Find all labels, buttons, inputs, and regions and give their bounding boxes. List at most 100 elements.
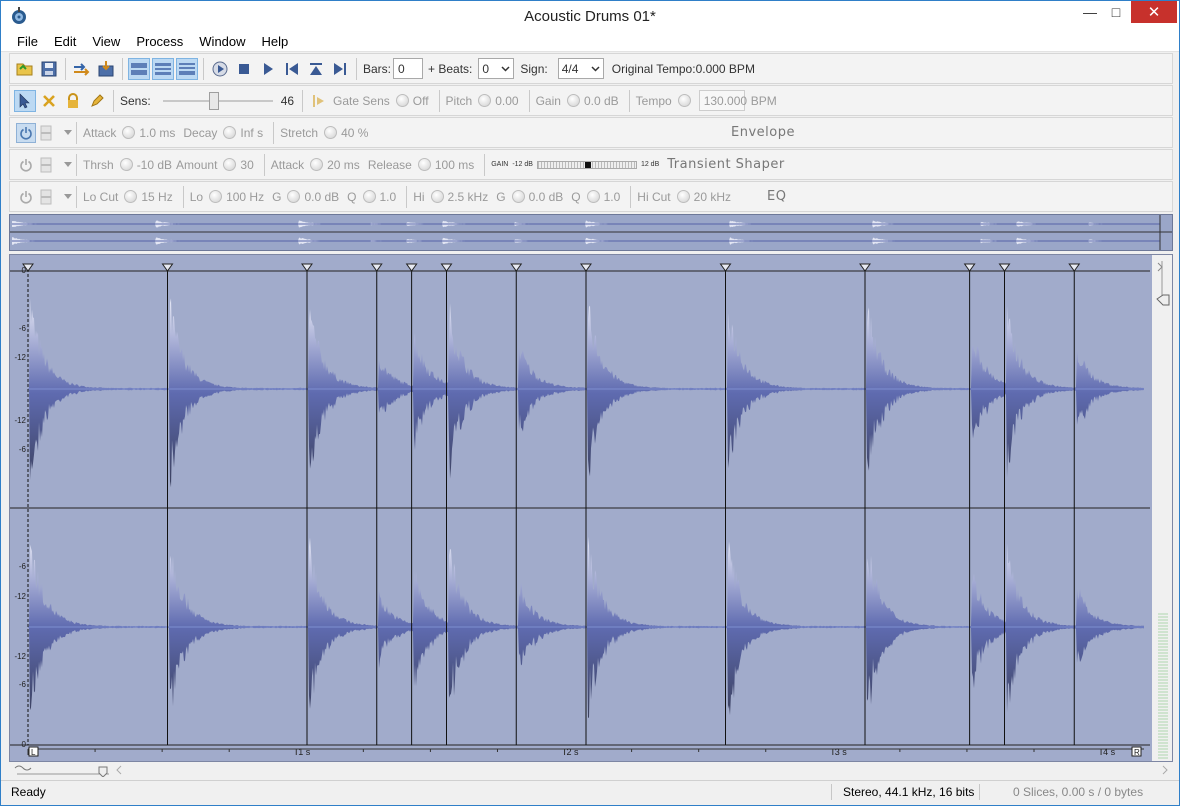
slice-handle-icon[interactable] [580, 263, 592, 272]
select-tool-button[interactable] [14, 89, 36, 112]
go-to-top-button[interactable] [305, 58, 327, 80]
meter-segment [1158, 661, 1168, 663]
sign-select[interactable]: 4/4 [557, 58, 604, 79]
delete-slice-button[interactable] [38, 90, 60, 112]
gain-knob[interactable] [566, 94, 580, 107]
env-attack-knob[interactable] [122, 126, 136, 139]
stretch-knob[interactable] [324, 126, 338, 139]
hicut-value: 20 kHz [693, 189, 731, 204]
hi-gain-value: 0.0 dB [528, 189, 564, 204]
pitch-value: 0.00 [495, 93, 519, 108]
go-to-start-button[interactable] [281, 58, 303, 80]
envelope-preset-menu[interactable] [40, 123, 72, 143]
locut-knob[interactable] [124, 190, 138, 203]
slice-handle-icon[interactable] [998, 263, 1011, 272]
hi-q-knob[interactable] [586, 190, 600, 203]
zoom-slider[interactable] [13, 763, 133, 777]
slice-marker-4[interactable] [370, 263, 383, 745]
slice-handle-icon[interactable] [370, 263, 383, 272]
waveform-overview[interactable] [9, 214, 1173, 251]
amount-knob[interactable] [223, 158, 237, 171]
waveform-canvas[interactable]: 0 -6 -12 -12 -6 -6 -12 -12 -6 0 1 s 2 s 3 s 4 s L R [10, 255, 1172, 761]
slice-handle-icon[interactable] [963, 263, 976, 272]
env-decay-value: Inf s [240, 125, 264, 140]
go-to-end-button[interactable] [329, 58, 351, 80]
power-icon [20, 158, 32, 172]
transient-power-button[interactable] [16, 155, 36, 175]
gate-sens-button[interactable] [308, 90, 330, 112]
stop-button[interactable] [233, 58, 255, 80]
status-slices: 0 Slices, 0.00 s / 0 bytes [1013, 785, 1144, 799]
thrsh-knob[interactable] [119, 158, 133, 171]
slice-marker-13[interactable] [1068, 263, 1081, 745]
tempo-input[interactable]: 130.000 [698, 90, 747, 111]
export-file-button[interactable] [95, 58, 117, 80]
hi-freq-knob[interactable] [430, 190, 444, 203]
bars-input[interactable]: 0 [393, 58, 424, 79]
transient-preset-menu[interactable] [40, 155, 72, 175]
waveform-editor[interactable]: 0 -6 -12 -12 -6 -6 -12 -12 -6 0 1 s 2 s 3 s 4 s L R [9, 254, 1173, 762]
sens-slider[interactable] [162, 91, 273, 111]
hi-q-value: 1.0 [603, 189, 621, 204]
menu-help[interactable]: Help [252, 34, 295, 49]
scroll-right-icon[interactable] [1159, 763, 1171, 777]
slice-handle-icon[interactable] [1068, 263, 1081, 272]
open-file-button[interactable] [14, 58, 36, 80]
slice-handle-icon[interactable] [161, 263, 174, 272]
slice-handle-icon[interactable] [719, 263, 732, 272]
pitch-knob[interactable] [478, 94, 492, 107]
lo-q-knob[interactable] [362, 190, 376, 203]
export-slices-button[interactable] [71, 58, 93, 80]
release-knob[interactable] [417, 158, 431, 171]
slice-handle-icon[interactable] [301, 263, 313, 272]
loop-start-marker[interactable]: L [28, 746, 39, 757]
menu-view[interactable]: View [82, 34, 126, 49]
meter-segment [1158, 673, 1168, 675]
hicut-knob[interactable] [676, 190, 690, 203]
slice-handle-icon[interactable] [510, 263, 523, 272]
menu-process[interactable]: Process [126, 34, 189, 49]
menu-file[interactable]: File [5, 34, 44, 49]
slice-handle-icon[interactable] [405, 263, 418, 272]
sens-slider-thumb[interactable] [208, 91, 219, 110]
maximize-button[interactable]: □ [1103, 1, 1129, 23]
env-decay-knob[interactable] [223, 126, 237, 139]
overview-waveform [10, 215, 1172, 250]
menu-window[interactable]: Window [189, 34, 251, 49]
meter-segment [1158, 754, 1168, 756]
play-slice-button[interactable] [209, 58, 231, 80]
view-mode-1-button[interactable] [128, 57, 150, 80]
menu-edit[interactable]: Edit [44, 34, 82, 49]
save-file-button[interactable] [38, 58, 60, 80]
tempo-label: Tempo [635, 93, 672, 108]
slice-handle-icon[interactable] [859, 263, 871, 272]
stretch-label: Stretch [280, 125, 319, 140]
gain-slider[interactable] [536, 160, 637, 169]
eq-preset-menu[interactable] [40, 187, 72, 207]
view-mode-3-button[interactable] [176, 57, 198, 80]
scroll-left-icon[interactable] [116, 765, 122, 775]
view-mode-2-button[interactable] [152, 57, 174, 80]
close-button[interactable]: ✕ [1131, 1, 1177, 23]
gain-slider-thumb[interactable] [584, 161, 591, 168]
ts-attack-knob[interactable] [310, 158, 324, 171]
eq-power-button[interactable] [16, 187, 36, 207]
pencil-tool-button[interactable] [86, 90, 108, 112]
envelope-power-button[interactable] [16, 122, 36, 143]
hi-gain-knob[interactable] [511, 190, 525, 203]
gate-sens-knob[interactable] [395, 94, 409, 107]
lock-slice-button[interactable] [62, 90, 84, 112]
slice-handle-icon[interactable] [440, 263, 453, 272]
beats-select[interactable]: 0 [478, 58, 515, 79]
play-button[interactable] [257, 58, 279, 80]
minimize-button[interactable]: — [1077, 1, 1103, 23]
lo-gain-knob[interactable] [287, 190, 301, 203]
tempo-knob[interactable] [677, 94, 691, 107]
status-ready: Ready [11, 785, 46, 799]
loop-end-marker[interactable]: R [1131, 746, 1142, 757]
lo-freq-knob[interactable] [209, 190, 223, 203]
time-label: 2 s [567, 747, 580, 757]
slice-marker-7[interactable] [510, 263, 523, 745]
slice-marker-5[interactable] [405, 263, 418, 745]
zoom-slider-thumb[interactable] [98, 766, 108, 777]
